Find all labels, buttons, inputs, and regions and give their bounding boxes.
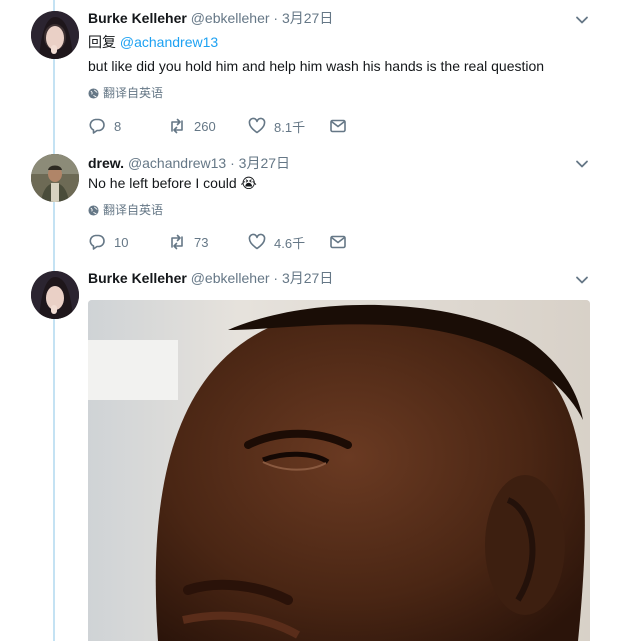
retweet-icon bbox=[171, 234, 183, 250]
globe-icon bbox=[88, 204, 99, 216]
direct-message-icon bbox=[330, 235, 346, 249]
author-name[interactable]: Burke Kelleher bbox=[88, 10, 187, 26]
chevron-down-icon bbox=[576, 276, 588, 284]
tweet-header: drew. @achandrew13 · 3月27日 bbox=[88, 154, 290, 172]
avatar-image bbox=[31, 11, 79, 59]
avatar-image bbox=[31, 271, 79, 319]
chevron-down-icon bbox=[576, 160, 588, 168]
reply-icon bbox=[89, 234, 105, 250]
retweet-button[interactable]: 73 bbox=[168, 232, 208, 252]
tweet-actions: 10 73 4.6千 bbox=[88, 232, 388, 252]
retweet-count: 260 bbox=[194, 118, 216, 134]
separator: · bbox=[230, 155, 235, 171]
like-icon bbox=[248, 233, 266, 250]
direct-message-button[interactable] bbox=[329, 232, 347, 252]
reply-prefix: 回复 bbox=[88, 34, 116, 50]
tweet-header: Burke Kelleher @ebkelleher · 3月27日 bbox=[88, 269, 333, 287]
tweet-2[interactable]: drew. @achandrew13 · 3月27日 No he left be… bbox=[0, 150, 626, 265]
avatar[interactable] bbox=[31, 154, 79, 202]
reply-context: 回复 @achandrew13 bbox=[88, 32, 218, 52]
tweet-1[interactable]: Burke Kelleher @ebkelleher · 3月27日 回复 @a… bbox=[0, 0, 626, 150]
media-image bbox=[88, 300, 590, 641]
tweet-text: No he left before I could bbox=[88, 175, 237, 191]
author-handle[interactable]: @achandrew13 bbox=[128, 155, 226, 171]
separator: · bbox=[273, 10, 279, 26]
like-button[interactable]: 4.6千 bbox=[248, 232, 305, 252]
author-handle[interactable]: @ebkelleher bbox=[191, 10, 270, 26]
translate-label: 翻译自英语 bbox=[103, 86, 164, 100]
avatar-image bbox=[31, 154, 79, 202]
retweet-count: 73 bbox=[194, 234, 209, 250]
reply-count: 10 bbox=[114, 234, 129, 250]
direct-message-icon bbox=[330, 119, 346, 133]
direct-message-button[interactable] bbox=[329, 116, 347, 136]
tweet-date[interactable]: 3月27日 bbox=[239, 155, 290, 171]
tweet-text-container: No he left before I could 😭 bbox=[88, 173, 257, 193]
more-options-button[interactable] bbox=[575, 273, 589, 287]
avatar[interactable] bbox=[31, 11, 79, 59]
chevron-down-icon bbox=[576, 16, 588, 24]
translate-label: 翻译自英语 bbox=[103, 203, 164, 217]
tweet-actions: 8 260 8.1千 bbox=[88, 116, 388, 136]
reply-mention-link[interactable]: @achandrew13 bbox=[120, 34, 218, 50]
tweet-date[interactable]: 3月27日 bbox=[282, 10, 333, 26]
tweet-header: Burke Kelleher @ebkelleher · 3月27日 bbox=[88, 9, 333, 27]
author-handle[interactable]: @ebkelleher bbox=[191, 270, 270, 286]
retweet-icon bbox=[171, 118, 183, 134]
tweet-media-gif[interactable] bbox=[88, 300, 590, 641]
reply-button[interactable]: 10 bbox=[88, 232, 128, 252]
like-button[interactable]: 8.1千 bbox=[248, 116, 305, 136]
retweet-button[interactable]: 260 bbox=[168, 116, 216, 136]
reply-count: 8 bbox=[114, 118, 122, 134]
translate-link[interactable]: 翻译自英语 bbox=[88, 85, 163, 101]
author-name[interactable]: drew. bbox=[88, 155, 124, 171]
author-name[interactable]: Burke Kelleher bbox=[88, 270, 187, 286]
separator: · bbox=[273, 270, 279, 286]
tweet-date[interactable]: 3月27日 bbox=[282, 270, 333, 286]
avatar[interactable] bbox=[31, 271, 79, 319]
reply-icon bbox=[89, 118, 105, 134]
more-options-button[interactable] bbox=[575, 13, 589, 27]
like-icon bbox=[248, 117, 266, 134]
translate-link[interactable]: 翻译自英语 bbox=[88, 202, 163, 218]
reply-button[interactable]: 8 bbox=[88, 116, 121, 136]
crying-emoji: 😭 bbox=[240, 175, 257, 191]
more-options-button[interactable] bbox=[575, 157, 589, 171]
tweet-text: but like did you hold him and help him w… bbox=[88, 58, 545, 74]
globe-icon bbox=[88, 87, 99, 99]
like-count: 4.6千 bbox=[274, 235, 306, 251]
like-count: 8.1千 bbox=[274, 119, 306, 135]
